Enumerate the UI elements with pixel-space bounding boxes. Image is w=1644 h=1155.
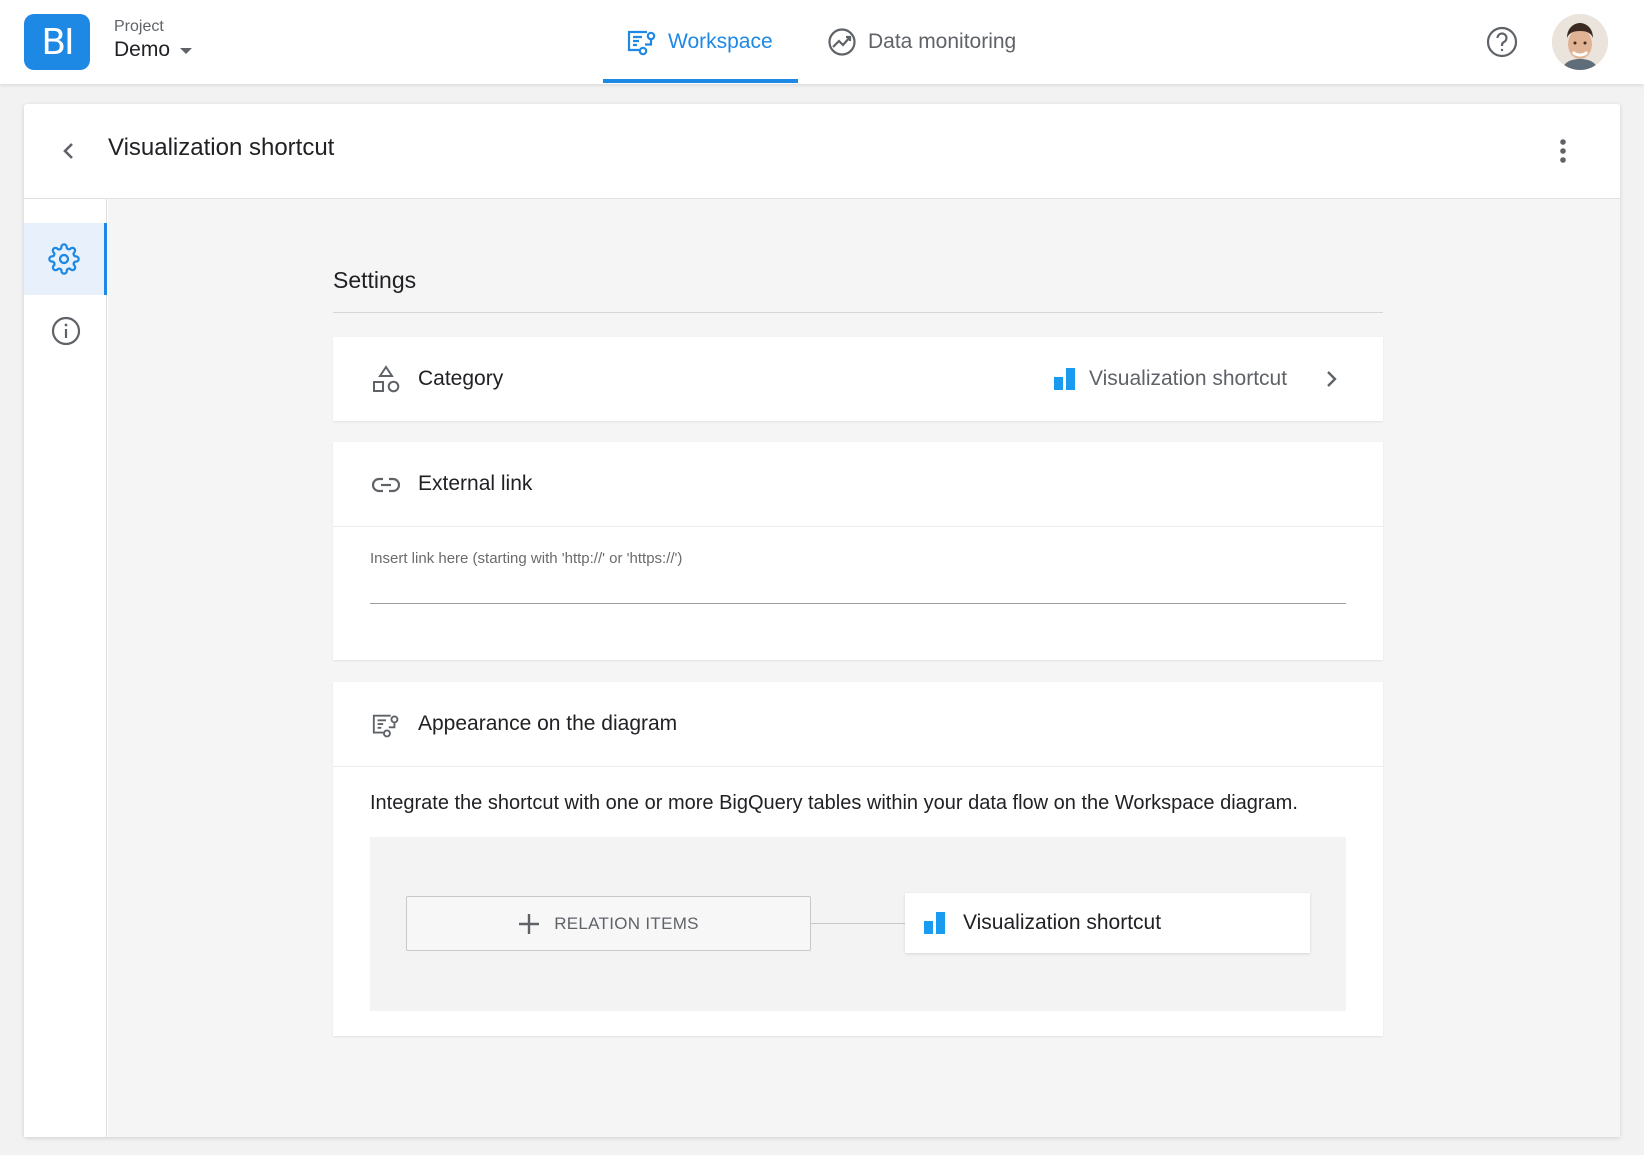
diagram-node: Visualization shortcut [905, 893, 1310, 953]
caret-down-icon [180, 48, 193, 54]
divider [333, 312, 1383, 313]
external-link-input[interactable] [370, 572, 1346, 604]
diagram-icon [372, 714, 399, 738]
shapes-icon [373, 365, 400, 393]
tab-workspace-label: Workspace [668, 30, 773, 53]
divider [333, 526, 1383, 527]
tab-workspace[interactable]: Workspace [626, 0, 773, 84]
project-name: Demo [114, 38, 171, 61]
active-tab-indicator [603, 79, 798, 83]
chevron-right-icon [1327, 371, 1337, 387]
sidebar-item-info[interactable] [24, 295, 107, 367]
monitoring-icon [828, 28, 856, 56]
top-app-bar: BI Project Demo Workspace Data monitorin… [0, 0, 1644, 84]
avatar-image [1552, 14, 1608, 70]
relation-items-button[interactable]: RELATION ITEMS [406, 896, 811, 951]
more-vert-icon[interactable] [1548, 134, 1578, 168]
panel-header: Visualization shortcut [24, 104, 1620, 199]
link-icon [371, 477, 401, 493]
link-field-label: Insert link here (starting with 'http://… [370, 550, 683, 567]
bar-chart-icon [924, 912, 945, 934]
relation-items-label: RELATION ITEMS [554, 913, 699, 933]
tab-data-monitoring-label: Data monitoring [868, 30, 1017, 53]
category-value-text: Visualization shortcut [1089, 367, 1288, 390]
appearance-header: Appearance on the diagram [333, 682, 1383, 766]
back-arrow-icon[interactable] [54, 136, 84, 166]
external-link-card: External link Insert link here (starting… [333, 442, 1383, 660]
tab-data-monitoring[interactable]: Data monitoring [826, 0, 1016, 84]
settings-content: Settings Category Visualization shortcut [108, 199, 1620, 1137]
category-row[interactable]: Category Visualization shortcut [333, 337, 1383, 421]
info-icon [51, 316, 80, 346]
appearance-label: Appearance on the diagram [418, 712, 678, 735]
diagram-preview: RELATION ITEMS Visualization shortcut [370, 837, 1346, 1011]
category-value[interactable]: Visualization shortcut [1053, 337, 1345, 421]
main-panel: Visualization shortcut Settings Category… [24, 104, 1620, 1137]
settings-heading: Settings [333, 267, 417, 293]
project-selector[interactable]: Project Demo [114, 18, 193, 62]
gear-icon [48, 243, 80, 275]
project-label: Project [114, 18, 164, 35]
workspace-diagram-icon [627, 30, 656, 56]
category-card: Category Visualization shortcut [333, 337, 1383, 421]
plus-icon [519, 913, 540, 934]
appearance-card: Appearance on the diagram Integrate the … [333, 682, 1383, 1036]
divider [333, 766, 1383, 767]
help-icon[interactable] [1484, 24, 1520, 60]
project-name-dropdown[interactable]: Demo [114, 38, 193, 62]
diagram-node-label: Visualization shortcut [963, 911, 1162, 934]
sidebar-item-settings[interactable] [24, 223, 107, 295]
bar-chart-icon [1054, 368, 1075, 390]
external-link-header: External link [333, 442, 1383, 526]
app-logo[interactable]: BI [24, 14, 90, 70]
logo-text: BI [41, 21, 74, 63]
category-label: Category [418, 367, 504, 390]
avatar[interactable] [1552, 14, 1608, 70]
page-title: Visualization shortcut [108, 134, 335, 161]
side-nav [24, 199, 107, 1137]
appearance-description: Integrate the shortcut with one or more … [370, 792, 1298, 814]
connector-line [811, 923, 905, 924]
external-link-label: External link [418, 472, 533, 495]
